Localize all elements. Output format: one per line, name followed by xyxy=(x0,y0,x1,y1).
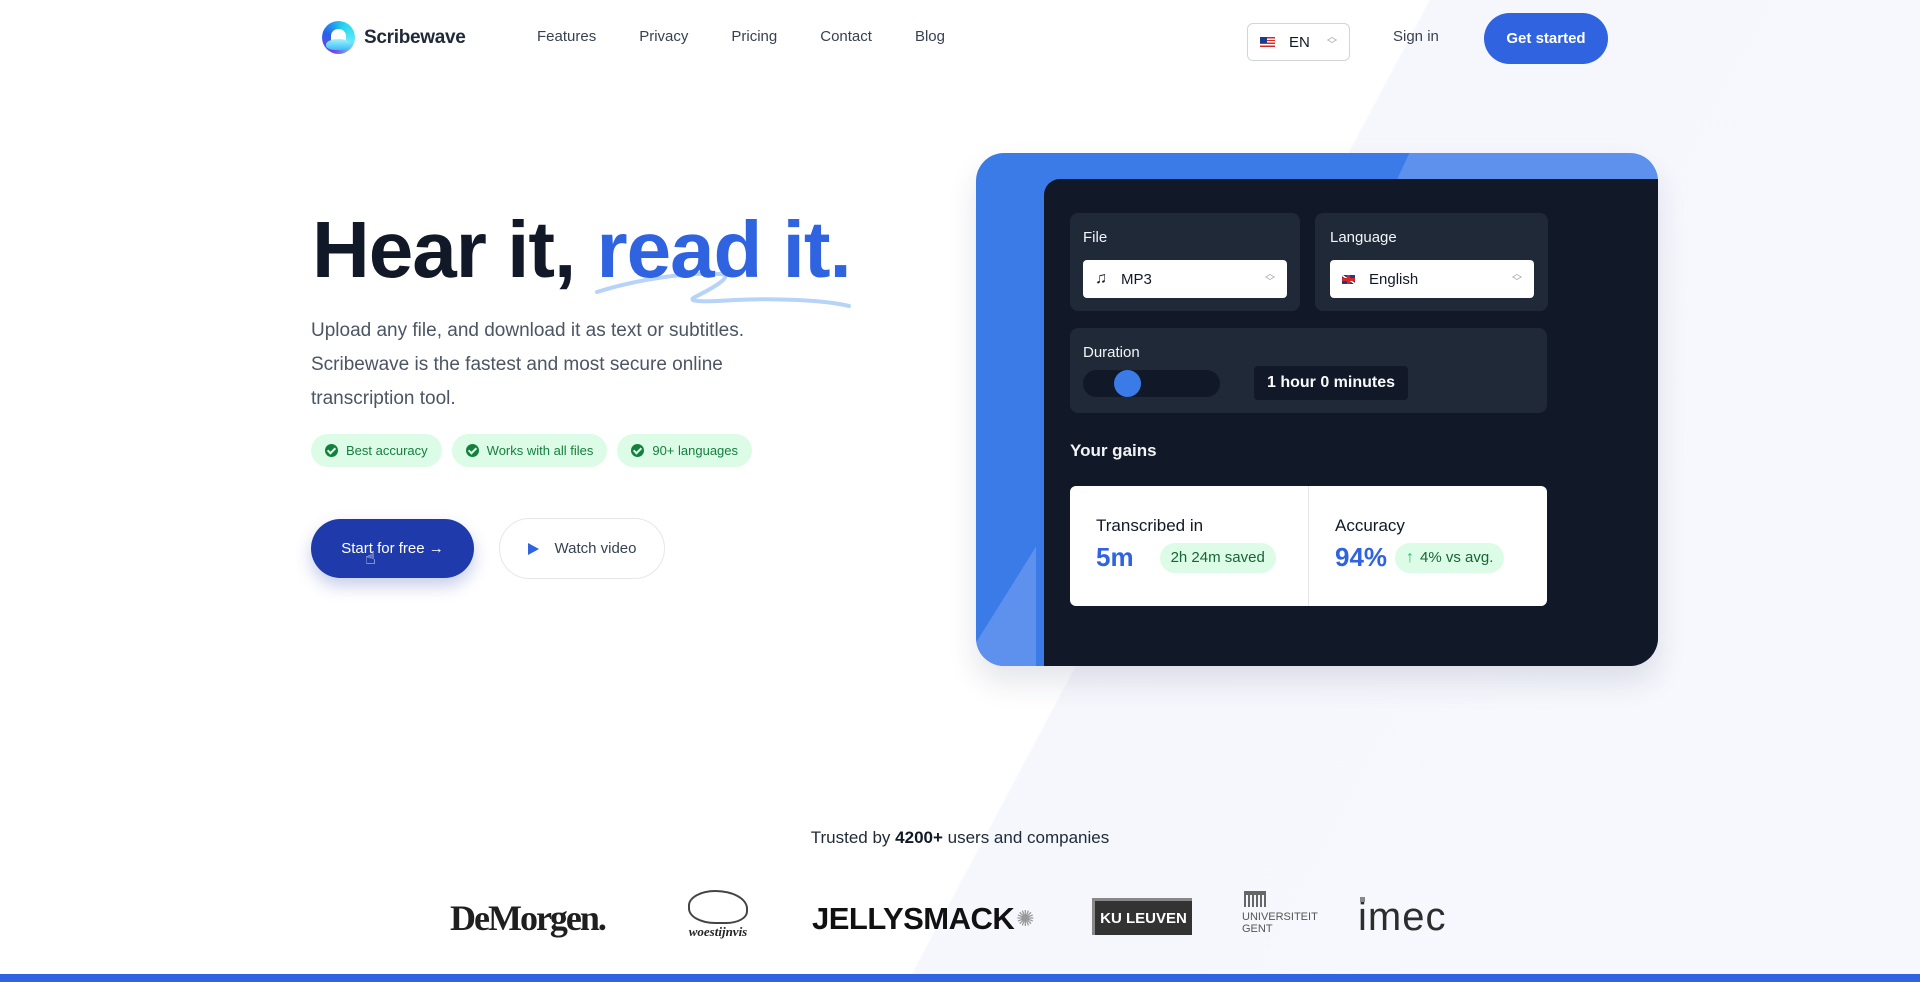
logo-imec: imec xyxy=(1358,895,1447,939)
brand-logo[interactable]: Scribewave xyxy=(322,21,466,54)
check-circle-icon xyxy=(631,444,645,457)
badge-languages: 90+ languages xyxy=(617,434,753,467)
boar-icon xyxy=(688,890,748,924)
card-frame-highlight xyxy=(976,446,1036,666)
brand-name: Scribewave xyxy=(364,26,466,48)
transcribed-value: 5m xyxy=(1096,542,1134,572)
language-select-value: EN xyxy=(1289,33,1310,51)
accuracy-label: Accuracy xyxy=(1335,516,1405,535)
gains-card: Transcribed in 5m 2h 24m saved Accuracy … xyxy=(1070,486,1547,606)
scribewave-logo-icon xyxy=(322,21,355,54)
hero-title-accent: read it. xyxy=(596,205,851,294)
nav-links: Features Privacy Pricing Contact Blog xyxy=(537,28,988,45)
file-type-value: MP3 xyxy=(1121,270,1152,288)
gains-title: Your gains xyxy=(1070,441,1157,460)
nav-link-privacy[interactable]: Privacy xyxy=(639,28,688,45)
chevron-updown-icon: ︿ ﹀ xyxy=(1512,269,1522,288)
chevron-updown-icon: ︿ ﹀ xyxy=(1327,32,1337,51)
play-icon xyxy=(527,542,539,555)
uk-flag-icon xyxy=(1342,274,1355,284)
feature-badges: Best accuracy Works with all files 90+ l… xyxy=(311,434,753,467)
badge-all-files: Works with all files xyxy=(451,434,608,467)
hero-title-part1: Hear it, xyxy=(312,205,597,294)
transcription-language-select[interactable]: English ︿ ﹀ xyxy=(1330,260,1534,298)
top-navigation: Scribewave Features Privacy Pricing Cont… xyxy=(0,0,1920,76)
transcribed-label: Transcribed in xyxy=(1096,516,1204,535)
badge-label: Works with all files xyxy=(486,443,594,458)
file-type-select[interactable]: ♫ MP3 ︿ ﹀ xyxy=(1083,260,1287,298)
check-circle-icon xyxy=(325,444,338,457)
hero-subtitle: Upload any file, and download it as text… xyxy=(311,320,745,409)
accuracy-stat: Accuracy 94% ↑ 4% vs avg. xyxy=(1308,486,1547,606)
logo-jellysmack: JELLYSMACK ✺ xyxy=(812,901,1035,937)
logo-universiteit-gent: UNIVERSITEIT GENT xyxy=(1242,891,1318,935)
bottom-accent-bar xyxy=(0,974,1920,982)
logo-ku-leuven: KU LEUVEN xyxy=(1092,898,1192,935)
trusted-by-text: Trusted by 4200+ users and companies xyxy=(0,828,1920,848)
temple-icon xyxy=(1244,891,1266,907)
file-label: File xyxy=(1083,229,1108,246)
accuracy-vs-avg-pill: ↑ 4% vs avg. xyxy=(1395,542,1505,573)
trusted-prefix: Trusted by xyxy=(810,828,896,847)
nav-link-pricing[interactable]: Pricing xyxy=(731,28,777,45)
badge-label: Best accuracy xyxy=(346,443,428,458)
transcribed-stat: Transcribed in 5m 2h 24m saved xyxy=(1070,486,1308,606)
language-select[interactable]: EN ︿ ﹀ xyxy=(1247,23,1350,61)
music-note-icon: ♫ xyxy=(1095,270,1107,287)
badge-best-accuracy: Best accuracy xyxy=(311,434,442,467)
logo-jellysmack-text: JELLYSMACK xyxy=(812,901,1015,936)
time-saved-pill: 2h 24m saved xyxy=(1159,542,1276,573)
logo-woestijnvis-text: woestijnvis xyxy=(688,924,748,939)
duration-slider-thumb[interactable] xyxy=(1113,370,1141,397)
logo-demorgen: DeMorgen. xyxy=(450,898,607,938)
nav-link-features[interactable]: Features xyxy=(537,28,596,45)
duration-label: Duration xyxy=(1083,344,1140,361)
get-started-button[interactable]: Get started xyxy=(1484,13,1608,64)
chevron-updown-icon: ︿ ﹀ xyxy=(1265,269,1275,288)
duration-value: 1 hour 0 minutes xyxy=(1254,366,1409,400)
hand-cursor-icon: ☝ xyxy=(365,548,376,568)
duration-slider[interactable] xyxy=(1083,370,1220,397)
watch-video-button[interactable]: Watch video xyxy=(499,518,665,579)
nav-link-contact[interactable]: Contact xyxy=(820,28,872,45)
transcription-language-value: English xyxy=(1369,270,1419,288)
arrow-up-icon: ↑ xyxy=(1406,548,1415,566)
check-circle-icon xyxy=(465,444,479,457)
watch-video-label: Watch video xyxy=(554,540,637,557)
badge-label: 90+ languages xyxy=(652,443,739,458)
trusted-count: 4200+ xyxy=(895,828,943,847)
accuracy-value: 94% xyxy=(1335,542,1388,572)
us-flag-icon xyxy=(1260,37,1275,47)
start-for-free-button[interactable]: Start for free → xyxy=(311,519,474,578)
jellyfish-icon: ✺ xyxy=(1016,906,1035,931)
language-label: Language xyxy=(1330,229,1397,246)
logo-woestijnvis: woestijnvis xyxy=(680,890,756,940)
time-saved-text: 2h 24m saved xyxy=(1170,549,1265,566)
trusted-suffix: users and companies xyxy=(942,828,1110,847)
accuracy-vs-avg-text: 4% vs avg. xyxy=(1420,549,1494,566)
sign-in-link[interactable]: Sign in xyxy=(1393,28,1439,45)
customer-logos: DeMorgen. woestijnvis JELLYSMACK ✺ KU LEU… xyxy=(0,885,1920,955)
nav-link-blog[interactable]: Blog xyxy=(915,28,945,45)
hero-title: Hear it, read it. xyxy=(312,202,852,298)
logo-ugent-text: UNIVERSITEIT GENT xyxy=(1242,911,1318,935)
